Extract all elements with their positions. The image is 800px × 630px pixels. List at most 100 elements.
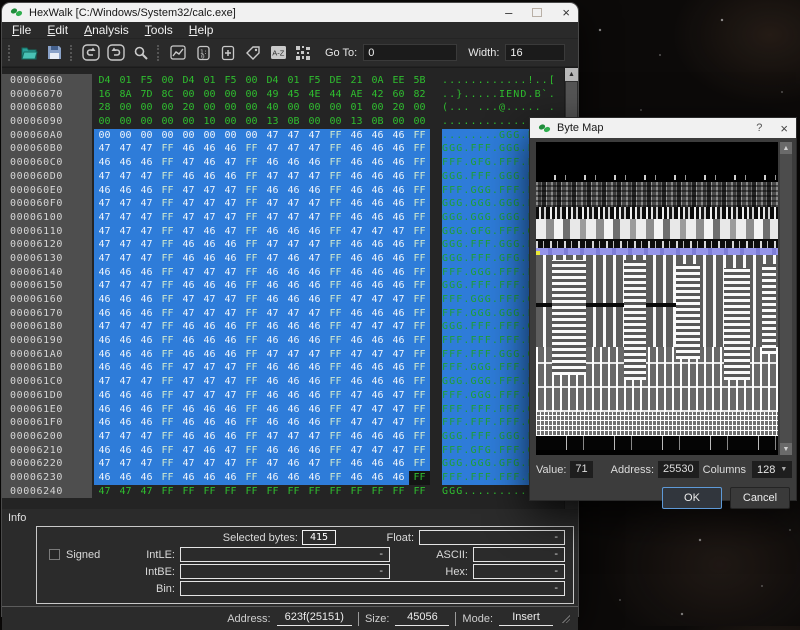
status-bar: Address: 623f(25151) Size: 45056 Mode: I… [2,606,578,630]
intbe-field: - [180,564,390,579]
hex-row[interactable]: 00006180474747FF464646FF464646FF474747FF… [2,320,578,334]
dialog-title: Byte Map [557,122,756,134]
hex-row[interactable]: 000060A00000000000000000474747FF464646FF… [2,129,578,143]
hex-row[interactable]: 00006170464646FF474747FF474747FF464646FF… [2,307,578,321]
menu-file[interactable]: File [4,22,39,38]
goto-input[interactable] [363,44,457,61]
chart-icon[interactable] [167,43,189,63]
hex-row[interactable]: 00006110474747FF474647FF464646FF474747FF… [2,225,578,239]
ascii-label: ASCII: [412,549,468,561]
byte-map-pattern [536,219,778,241]
dialog-close-button[interactable]: × [780,121,788,136]
hex-label: Hex: [412,566,468,578]
hex-row[interactable]: 00006160464646FF474747FF464646FF474747FF… [2,293,578,307]
toolbar-separator [8,45,13,61]
hex-row[interactable]: 00006190464646FF464646FF464646FF464646FF… [2,334,578,348]
maximize-button[interactable] [532,8,542,17]
menu-tools[interactable]: Tools [137,22,181,38]
binary-view-icon[interactable]: 1:0 [192,43,214,63]
status-address-label: Address: [227,613,270,625]
dialog-app-icon [538,123,551,134]
hex-row[interactable]: 000061F0464646FF464646FF464646FF474747FF… [2,416,578,430]
hex-row[interactable]: 000061C0474747FF474747FF464646FF464646FF… [2,375,578,389]
hex-row[interactable]: 000060F0474747FF474747FF474747FF464646FF… [2,197,578,211]
byte-map-canvas[interactable] [536,142,778,455]
width-label: Width: [468,47,499,59]
byte-map-scrollbar[interactable]: ▲ ▼ [780,142,792,455]
hex-row[interactable]: 000060E0464646FF474747FF464646FF464646FF… [2,184,578,198]
hex-row[interactable]: 000061A0464646FF464646FF474747FF474747FF… [2,348,578,362]
hex-row[interactable]: 00006240474747FFFFFFFFFFFFFFFFFFFFFFFFFF… [2,485,578,499]
status-size-label: Size: [365,613,389,625]
scroll-up-icon[interactable]: ▲ [565,68,578,81]
byte-map-pattern [552,260,586,375]
menu-help[interactable]: Help [181,22,222,38]
title-bar[interactable]: HexWalk [C:/Windows/System32/calc.exe] –… [2,3,578,22]
dialog-help-button[interactable]: ? [756,122,762,134]
info-panel-title: Info [8,512,578,524]
resize-grip[interactable] [561,614,570,623]
hex-row[interactable]: 000061B0464646FF474747FF464646FF464646FF… [2,361,578,375]
hex-row[interactable]: 00006200474747FF464646FF474747FF464646FF… [2,430,578,444]
cancel-button[interactable]: Cancel [730,487,790,509]
signed-checkbox[interactable] [49,549,60,560]
hex-rows: 00006060D401F500D401F500D401F5DE210AEE5B… [2,74,578,498]
columns-label: Columns [703,464,746,476]
save-icon[interactable] [43,43,65,63]
hex-row[interactable]: 000060900000000000100000130B0000130B0000… [2,115,578,129]
status-separator [358,612,359,626]
scroll-down-icon[interactable]: ▼ [780,443,792,455]
hex-row[interactable]: 00006220474747FF474747FF474647FF464646FF… [2,457,578,471]
byte-map-icon[interactable] [292,43,314,63]
status-separator [455,612,456,626]
patch-icon[interactable] [217,43,239,63]
hex-row[interactable]: 00006120474747FF464646FF474747FF464646FF… [2,238,578,252]
toolbar: 1:0 A-Z Go To: Width: [2,39,578,67]
strings-icon[interactable]: A-Z [267,43,289,63]
status-address-value: 623f(25151) [277,611,352,626]
byte-map-pattern [536,241,778,248]
float-field: - [419,530,565,545]
byte-map-cursor [536,251,540,255]
hex-row[interactable]: 00006210464646FF474647FF464646FF474747FF… [2,444,578,458]
hex-row[interactable]: 000060B0474747FF464646FF474747FF464646FF… [2,142,578,156]
byte-map-pattern [536,436,778,450]
bin-field: - [180,581,565,596]
bin-label: Bin: [135,583,175,595]
selected-bytes-label: Selected bytes: [45,532,298,544]
minimize-button[interactable]: – [505,8,512,18]
hex-row[interactable]: 000061D0464646FF474747FF464646FF474647FF… [2,389,578,403]
open-file-icon[interactable] [18,43,40,63]
hex-field: - [473,564,565,579]
menu-analysis[interactable]: Analysis [76,22,137,38]
hex-row[interactable]: 00006230464646FF464646FF464646FF464646FF… [2,471,578,485]
width-input[interactable] [505,44,565,61]
address-field: 25530 [658,461,699,478]
signed-label: Signed [66,549,100,561]
ok-button[interactable]: OK [662,487,722,509]
search-icon[interactable] [130,43,152,63]
hex-row[interactable]: 000060C0464646FF474647FF464646FF464646FF… [2,156,578,170]
scroll-up-icon[interactable]: ▲ [780,142,792,154]
address-label: Address: [611,464,654,476]
svg-text:A-Z: A-Z [272,49,285,58]
hex-row[interactable]: 00006100474747FF474747FF474747FF464646FF… [2,211,578,225]
ascii-field: - [473,547,565,562]
tag-icon[interactable] [242,43,264,63]
hex-row[interactable]: 000061E0464646FF464646FF464646FF474747FF… [2,403,578,417]
close-button[interactable]: × [562,8,570,18]
hex-row[interactable]: 00006150474747FF464646FF464646FF464646FF… [2,279,578,293]
hex-row[interactable]: 00006140464646FF474747FF464646FF464646FF… [2,266,578,280]
dialog-title-bar[interactable]: Byte Map ? × [530,118,796,138]
redo-icon[interactable] [105,43,127,63]
info-panel: Info Selected bytes: 415 Float: - Signed… [2,512,578,606]
hex-row[interactable]: 00006060D401F500D401F500D401F5DE210AEE5B… [2,74,578,88]
undo-icon[interactable] [80,43,102,63]
hex-row[interactable]: 000060D0474747FF464646FF474747FF464646FF… [2,170,578,184]
columns-dropdown[interactable]: 128 ▼ [752,461,792,478]
status-mode-value: Insert [499,611,553,626]
hex-row[interactable]: 00006130474747FF464646FF474647FF464646FF… [2,252,578,266]
hex-row[interactable]: 0000608028000000200000004000000001002000… [2,101,578,115]
hex-row[interactable]: 00006070168A7D8C0000000049454E44AE426082… [2,88,578,102]
menu-edit[interactable]: Edit [39,22,76,38]
